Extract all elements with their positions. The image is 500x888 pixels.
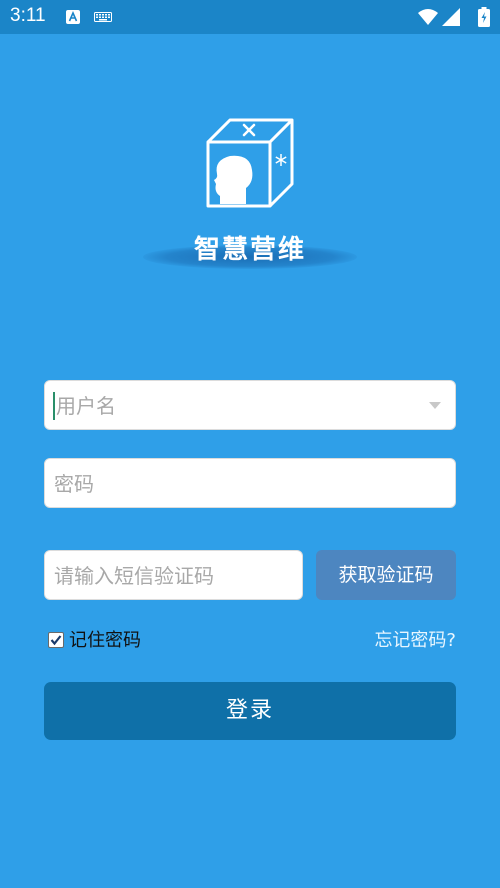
remember-checkbox[interactable] [48, 632, 64, 648]
text-cursor [53, 392, 55, 420]
remember-label: 记住密码 [69, 630, 141, 651]
status-time: 3:11 [10, 5, 46, 26]
check-icon [50, 635, 62, 646]
keyboard-icon [94, 12, 112, 22]
username-placeholder: 用户名 [56, 394, 116, 418]
a-notification-icon [66, 10, 80, 24]
sms-code-placeholder: 请输入短信验证码 [54, 564, 214, 588]
username-input[interactable]: 用户名 [44, 380, 456, 430]
signal-icon [442, 8, 460, 26]
box-head-logo-icon [206, 118, 294, 208]
status-bar: 3:11 [0, 0, 500, 34]
sms-code-input[interactable]: 请输入短信验证码 [44, 550, 303, 600]
dropdown-arrow-icon[interactable] [429, 402, 441, 409]
password-input[interactable]: 密码 [44, 458, 456, 508]
app-name: 智慧营维 [193, 235, 306, 265]
login-button[interactable]: 登录 [44, 682, 456, 740]
battery-icon [478, 7, 490, 27]
wifi-icon [418, 9, 438, 25]
forgot-password-link[interactable]: 忘记密码? [374, 629, 456, 653]
get-code-button[interactable]: 获取验证码 [316, 550, 456, 600]
password-placeholder: 密码 [54, 472, 94, 496]
